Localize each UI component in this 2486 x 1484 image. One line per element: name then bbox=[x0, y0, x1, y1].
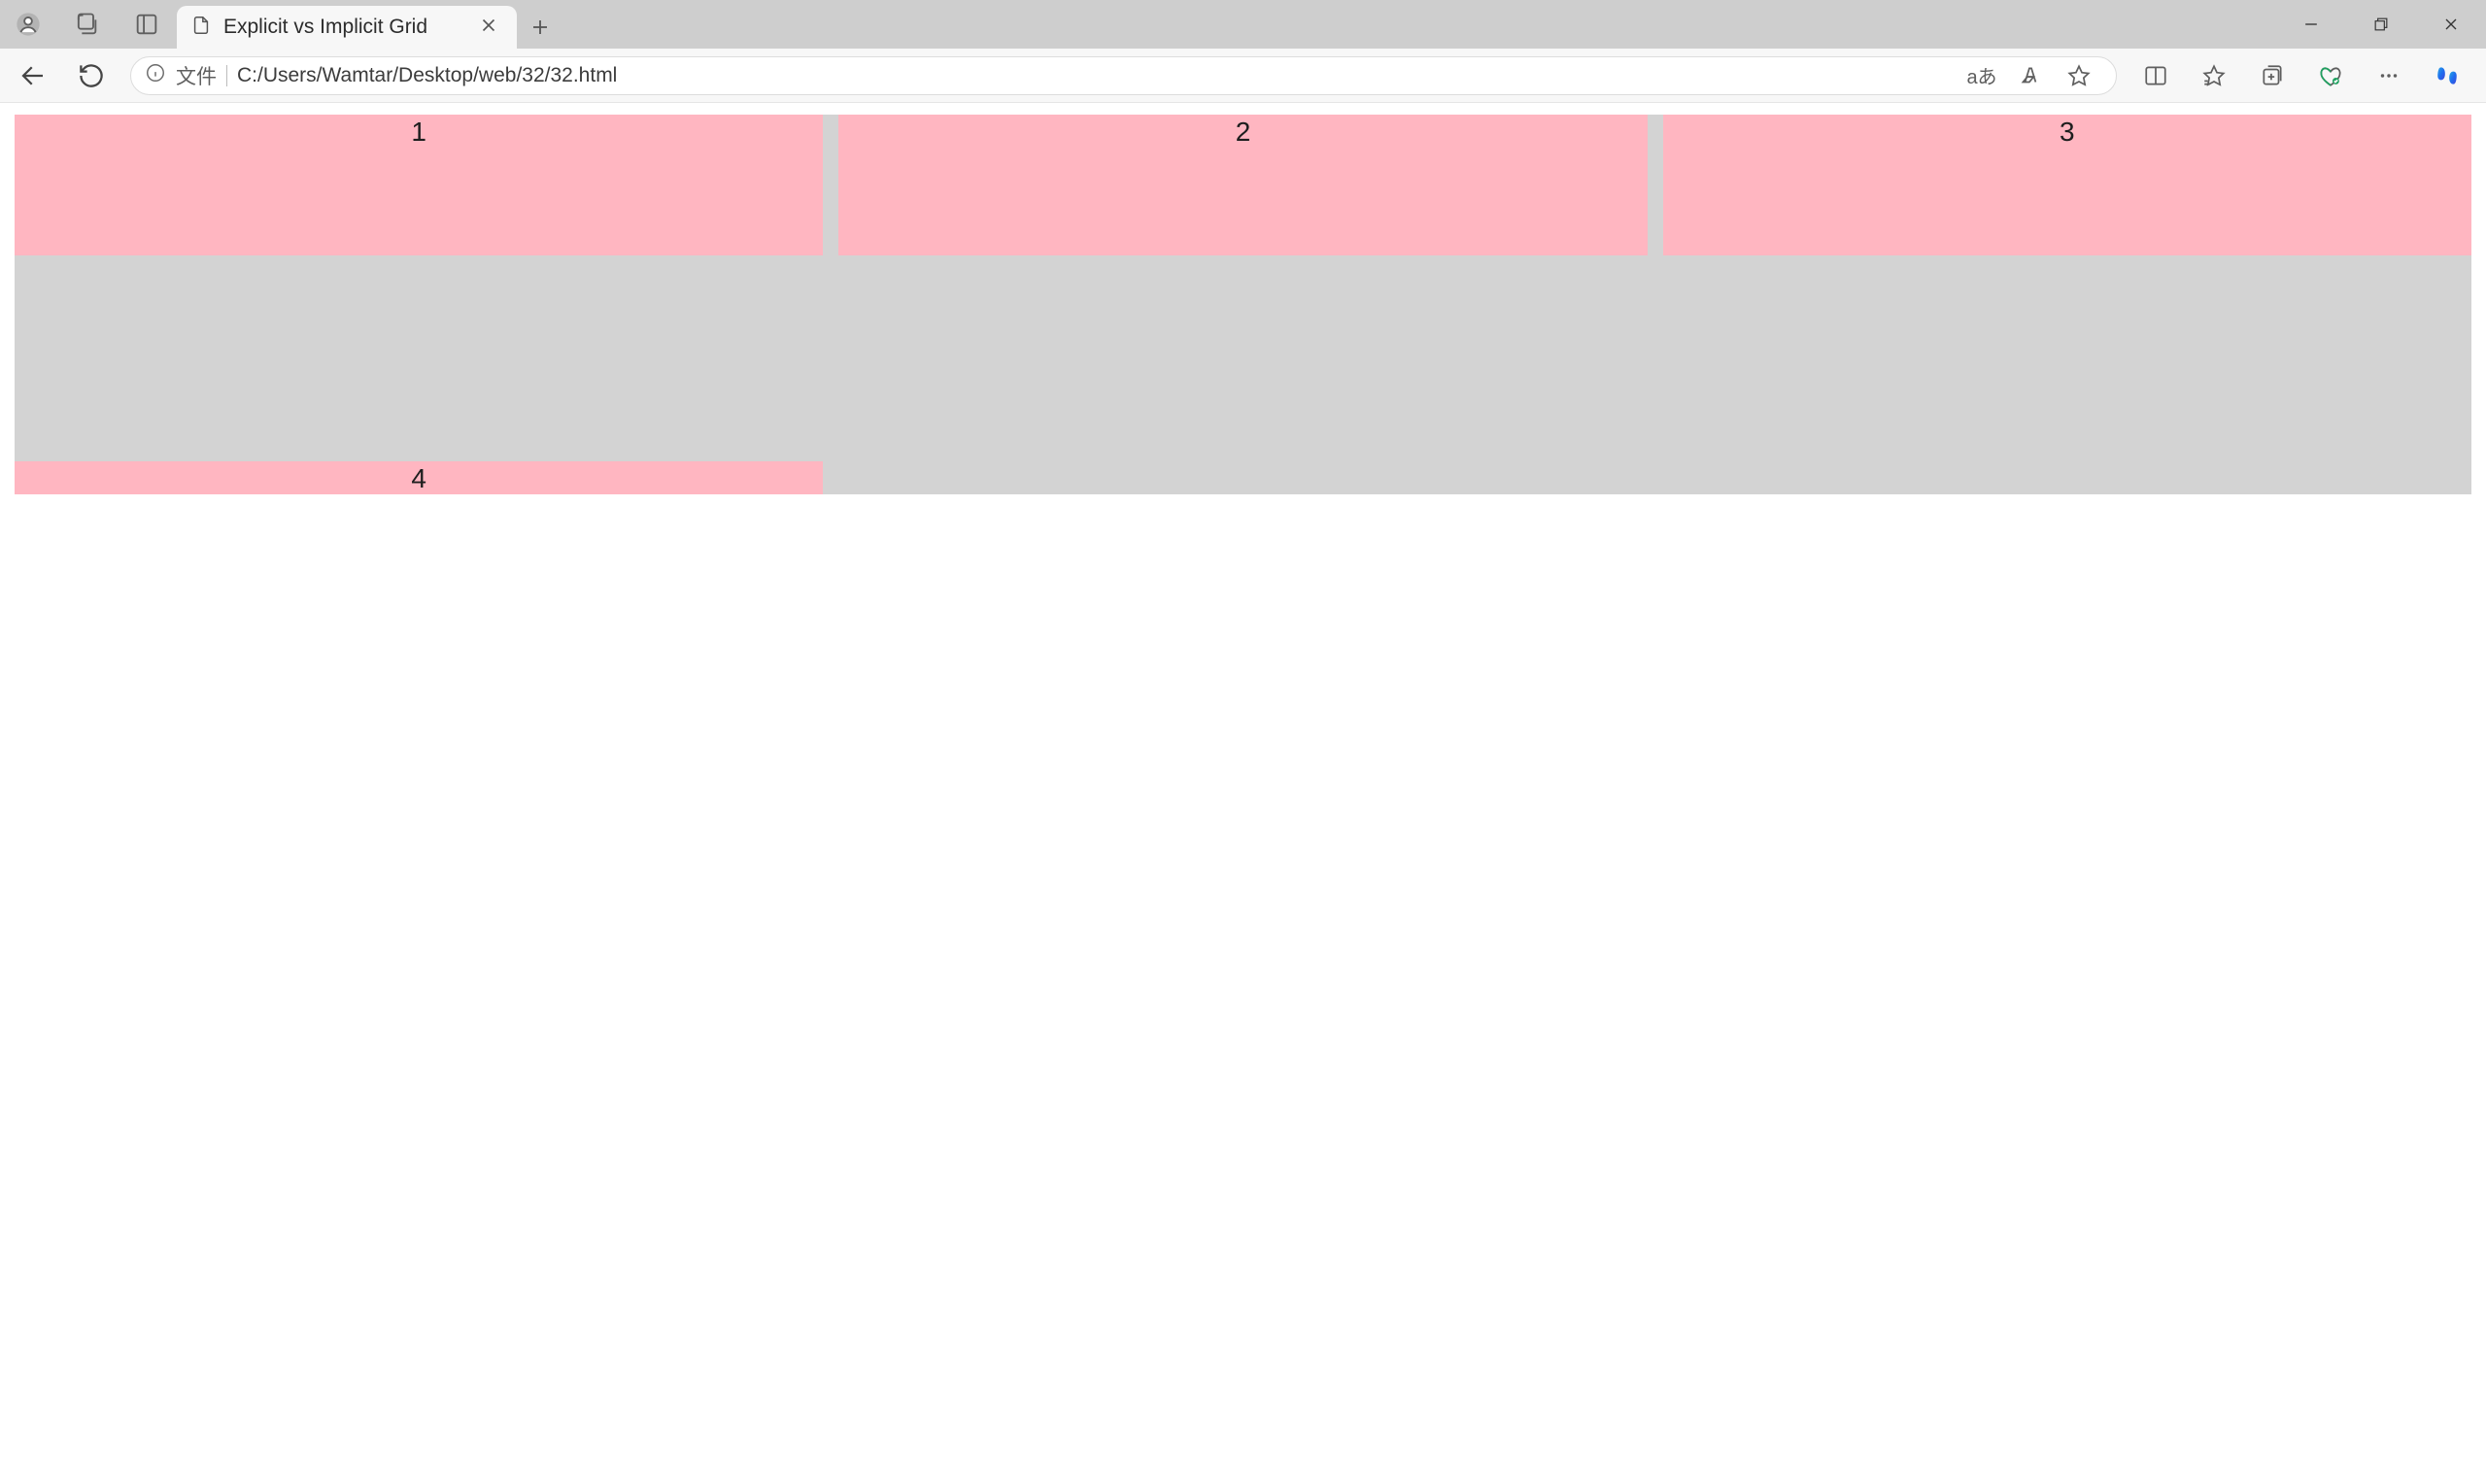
favorite-button[interactable] bbox=[2056, 63, 2102, 88]
close-window-button[interactable] bbox=[2416, 0, 2486, 49]
address-bar[interactable]: 文件 C:/Users/Wamtar/Desktop/web/32/32.htm… bbox=[130, 56, 2117, 95]
minimize-button[interactable] bbox=[2276, 0, 2346, 49]
site-info-icon[interactable] bbox=[145, 62, 166, 88]
refresh-button[interactable] bbox=[64, 49, 119, 102]
favorites-list-button[interactable] bbox=[2187, 49, 2241, 102]
workspaces-button[interactable] bbox=[56, 0, 117, 49]
translate-button[interactable]: aあ bbox=[1958, 61, 2005, 89]
read-aloud-button[interactable] bbox=[2007, 63, 2054, 88]
address-right-icons: aあ bbox=[1958, 61, 2102, 89]
grid-cell-3: 3 bbox=[1663, 115, 2471, 255]
grid-cell-4: 4 bbox=[15, 461, 823, 494]
grid-cell-1: 1 bbox=[15, 115, 823, 255]
back-button[interactable] bbox=[6, 49, 60, 102]
collections-button[interactable] bbox=[2245, 49, 2299, 102]
address-source-label: 文件 bbox=[176, 61, 217, 90]
new-tab-button[interactable] bbox=[517, 6, 563, 49]
copilot-button[interactable] bbox=[2420, 49, 2474, 102]
address-divider bbox=[226, 65, 227, 86]
translate-icon: aあ bbox=[1966, 61, 1996, 89]
page-viewport: 1 2 3 4 bbox=[0, 103, 2486, 1484]
tab-actions-button[interactable] bbox=[117, 0, 177, 49]
browser-toolbar: 文件 C:/Users/Wamtar/Desktop/web/32/32.htm… bbox=[0, 49, 2486, 103]
window-controls bbox=[2276, 0, 2486, 49]
page-icon bbox=[190, 15, 212, 41]
address-url: C:/Users/Wamtar/Desktop/web/32/32.html bbox=[237, 64, 1949, 87]
split-screen-button[interactable] bbox=[2128, 49, 2183, 102]
tab-title: Explicit vs Implicit Grid bbox=[223, 16, 466, 39]
grid-cell-2: 2 bbox=[838, 115, 1647, 255]
close-tab-button[interactable] bbox=[478, 15, 499, 41]
browser-titlebar: Explicit vs Implicit Grid bbox=[0, 0, 2486, 49]
grid-container: 1 2 3 4 bbox=[15, 115, 2471, 494]
maximize-button[interactable] bbox=[2346, 0, 2416, 49]
active-tab[interactable]: Explicit vs Implicit Grid bbox=[177, 6, 517, 49]
titlebar-left-group: Explicit vs Implicit Grid bbox=[0, 0, 563, 49]
profile-button[interactable] bbox=[0, 0, 56, 49]
browser-essentials-button[interactable] bbox=[2303, 49, 2358, 102]
settings-menu-button[interactable] bbox=[2362, 49, 2416, 102]
